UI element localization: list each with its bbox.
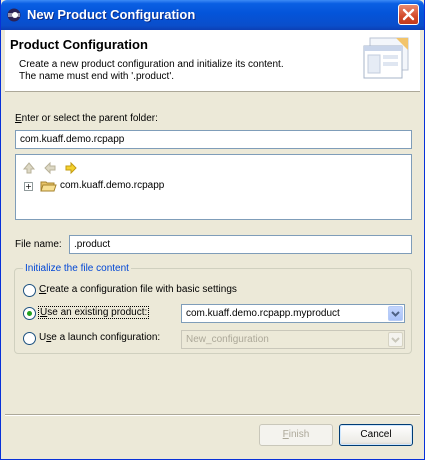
wizard-banner: Product Configuration Create a new produ…: [5, 30, 420, 92]
page-title: Product Configuration: [10, 37, 148, 52]
existing-product-label[interactable]: Use an existing product:: [37, 306, 150, 319]
file-name-label: File name:: [15, 239, 62, 250]
nav-up-icon[interactable]: [22, 161, 36, 175]
parent-folder-input[interactable]: com.kuaff.demo.rcpapp: [15, 130, 412, 149]
launch-config-value: New_configuration: [186, 334, 269, 345]
nav-forward-icon[interactable]: [64, 161, 78, 175]
eclipse-app-icon: [7, 8, 21, 22]
existing-product-combo[interactable]: com.kuaff.demo.rcpapp.myproduct: [181, 304, 405, 323]
description-line-1: Create a new product configuration and i…: [19, 59, 284, 70]
title-bar[interactable]: New Product Configuration: [1, 0, 424, 30]
file-name-input[interactable]: .product: [69, 235, 412, 254]
close-icon: [402, 8, 415, 21]
tree-item-label[interactable]: com.kuaff.demo.rcpapp: [60, 180, 164, 191]
existing-product-value: com.kuaff.demo.rcpapp.myproduct: [186, 308, 340, 319]
tree-expand-toggle[interactable]: +: [24, 182, 33, 191]
close-button[interactable]: [398, 4, 419, 25]
launch-config-radio[interactable]: [23, 332, 36, 345]
folder-tree[interactable]: + com.kuaff.demo.rcpapp: [15, 154, 412, 220]
window-title: New Product Configuration: [27, 7, 196, 22]
finish-button[interactable]: Finish: [259, 424, 333, 446]
dropdown-arrow-icon[interactable]: [388, 306, 403, 321]
basic-settings-radio[interactable]: [23, 284, 36, 297]
button-bar-separator: [5, 414, 420, 416]
dialog-window: New Product Configuration Product Config…: [0, 0, 425, 460]
cancel-button[interactable]: Cancel: [339, 424, 413, 446]
folder-open-icon: [40, 181, 57, 192]
nav-back-icon[interactable]: [43, 161, 57, 175]
launch-config-label[interactable]: Use a launch configuration:: [39, 332, 160, 343]
launch-config-combo[interactable]: New_configuration: [181, 330, 405, 349]
radio-selected-dot: [27, 311, 32, 316]
parent-folder-label: Enter or select the parent folder:: [15, 113, 158, 124]
description-line-2: The name must end with '.product'.: [19, 71, 175, 82]
dropdown-arrow-icon[interactable]: [388, 332, 403, 347]
existing-product-radio[interactable]: [23, 307, 36, 320]
page-description: Create a new product configuration and i…: [19, 59, 339, 83]
wizard-banner-icon: [363, 37, 409, 79]
init-group-title: Initialize the file content: [23, 263, 131, 274]
basic-settings-label[interactable]: Create a configuration file with basic s…: [39, 284, 237, 295]
